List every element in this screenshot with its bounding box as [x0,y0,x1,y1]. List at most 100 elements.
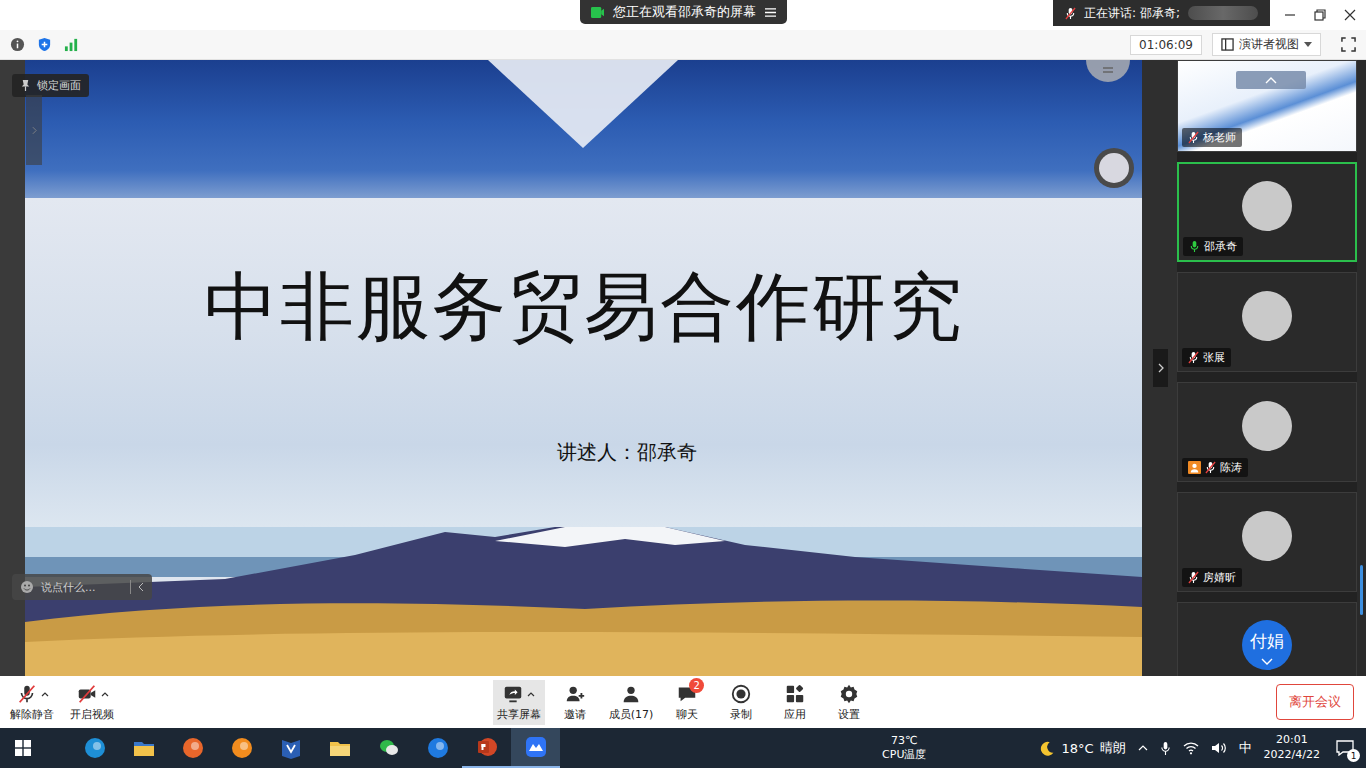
weather-condition: 晴朗 [1100,739,1126,757]
close-icon[interactable] [1344,9,1356,21]
powerpoint-icon [475,735,499,759]
participant-scrollbar[interactable] [1357,60,1366,676]
cpu-temperature[interactable]: 73℃ CPU温度 [882,734,926,763]
restore-icon[interactable] [1314,9,1326,21]
invite-icon [564,683,586,705]
system-tray: 73℃ CPU温度 18°C 晴朗 中 20:01 2022/4/22 1 [882,733,1366,763]
taskbar-app[interactable] [266,728,315,768]
viewing-text: 您正在观看邵承奇的屏幕 [613,3,756,21]
taskbar-app[interactable] [70,728,119,768]
microphone-icon[interactable] [1160,741,1171,756]
scroll-thumb[interactable] [1360,565,1363,615]
microphone-icon [1188,351,1199,364]
side-panel-tab[interactable] [26,95,42,165]
toolbar-button[interactable]: 共享屏幕 [493,680,545,725]
collapse-panel-button[interactable] [1153,349,1168,387]
shield-icon[interactable] [37,37,52,52]
taskbar-app[interactable] [315,728,364,768]
taskbar-app[interactable] [168,728,217,768]
participant-name-label: 房婧昕 [1182,568,1242,587]
taskbar-app[interactable] [462,728,511,768]
toolbar-button[interactable]: 应用 [771,680,819,725]
taskbar-app[interactable] [217,728,266,768]
viewing-banner[interactable]: 您正在观看邵承奇的屏幕 [580,0,787,24]
minimize-icon[interactable] [1284,9,1296,21]
toolbar-label: 成员(17) [609,707,654,722]
wifi-icon[interactable] [1183,741,1199,755]
chevron-right-icon [32,126,37,135]
caret-up-icon[interactable] [41,691,49,697]
toolbar-button[interactable]: 2 聊天 [663,680,711,725]
window-controls [1284,9,1356,21]
info-icon[interactable] [10,37,25,52]
participant-name: 邵承奇 [1204,239,1237,254]
caret-up-icon[interactable] [101,691,109,697]
chevron-left-icon[interactable] [138,582,144,592]
participant-tile[interactable]: 张展 [1177,272,1357,372]
participant-tile[interactable]: 房婧昕 [1177,492,1357,592]
taskbar-apps [70,728,560,768]
meeting-stage: 中非服务贸易合作研究 讲述人：邵承奇 杨老师 邵承奇 张展 陈涛 房婧昕付娟 锁… [0,60,1366,676]
fullscreen-icon[interactable] [1341,37,1356,52]
participant-tile[interactable]: 邵承奇 [1177,162,1357,262]
blurred-name [1188,6,1258,20]
screen-share-icon [590,6,605,19]
participant-list: 杨老师 邵承奇 张展 陈涛 房婧昕付娟 [1177,60,1357,676]
signal-icon[interactable] [64,37,79,52]
participant-tile[interactable]: 杨老师 [1177,60,1357,152]
notification-center[interactable]: 1 [1332,740,1358,756]
text-avatar: 付娟 [1242,620,1292,670]
participant-name: 房婧昕 [1203,570,1236,585]
microphone-icon [1189,240,1200,253]
speaker-icon[interactable] [1211,741,1227,755]
avatar-picture [1242,181,1292,231]
view-dropdown[interactable]: 演讲者视图 [1212,33,1321,56]
caret-up-icon[interactable] [527,691,535,697]
unread-badge: 2 [689,678,704,693]
emoji-icon[interactable] [20,580,34,594]
toolbar-button[interactable]: 开启视频 [66,680,118,725]
taskbar-app[interactable] [511,728,560,768]
dropdown-arrow-icon [1304,42,1312,48]
toolbar-label: 解除静音 [10,707,54,722]
windows-taskbar: 73℃ CPU温度 18°C 晴朗 中 20:01 2022/4/22 1 [0,728,1366,768]
elapsed-time: 01:06:09 [1130,35,1202,55]
clock[interactable]: 20:01 2022/4/22 [1264,733,1320,763]
weather-widget[interactable]: 18°C 晴朗 [1038,739,1125,757]
input-method[interactable]: 中 [1239,739,1252,757]
taskbar-app[interactable] [364,728,413,768]
visio-icon [279,736,303,760]
title-bar: 您正在观看邵承奇的屏幕 正在讲话: 邵承奇; [0,0,1366,30]
participant-tile[interactable]: 陈涛 [1177,382,1357,482]
slide-title: 中非服务贸易合作研究 [204,264,964,349]
share-icon [502,683,524,705]
menu-icon[interactable] [764,7,777,18]
participant-name-label: 陈涛 [1182,458,1248,477]
chevron-up-icon[interactable] [1138,745,1148,751]
participant-tile[interactable]: 付娟 [1177,602,1357,676]
participant-name: 杨老师 [1203,130,1236,145]
chevron-down-icon[interactable] [1261,658,1273,666]
explorer-icon [132,736,156,760]
mountain-picture [25,527,1142,676]
lock-view-label: 锁定画面 [37,78,81,93]
taskbar-app[interactable] [119,728,168,768]
slide-pointer-button[interactable] [1094,148,1134,188]
scroll-up-button[interactable] [1236,71,1306,89]
toolbar-button[interactable]: 解除静音 [6,680,58,725]
toolbar-button[interactable]: 成员(17) [605,680,658,725]
toolbar-label: 设置 [838,707,860,722]
host-icon [1188,461,1201,474]
chevron-right-icon [1158,363,1164,373]
lock-view-button[interactable]: 锁定画面 [12,74,89,97]
toolbar-button[interactable]: 录制 [717,680,765,725]
microphone-icon [1188,571,1199,584]
slide-body: 中非服务贸易合作研究 讲述人：邵承奇 [25,198,1142,527]
leave-meeting-button[interactable]: 离开会议 [1276,684,1354,720]
chat-input[interactable]: 说点什么... [12,574,152,600]
settings-icon [838,683,860,705]
start-button[interactable] [0,740,46,756]
toolbar-button[interactable]: 邀请 [551,680,599,725]
toolbar-button[interactable]: 设置 [825,680,873,725]
taskbar-app[interactable] [413,728,462,768]
